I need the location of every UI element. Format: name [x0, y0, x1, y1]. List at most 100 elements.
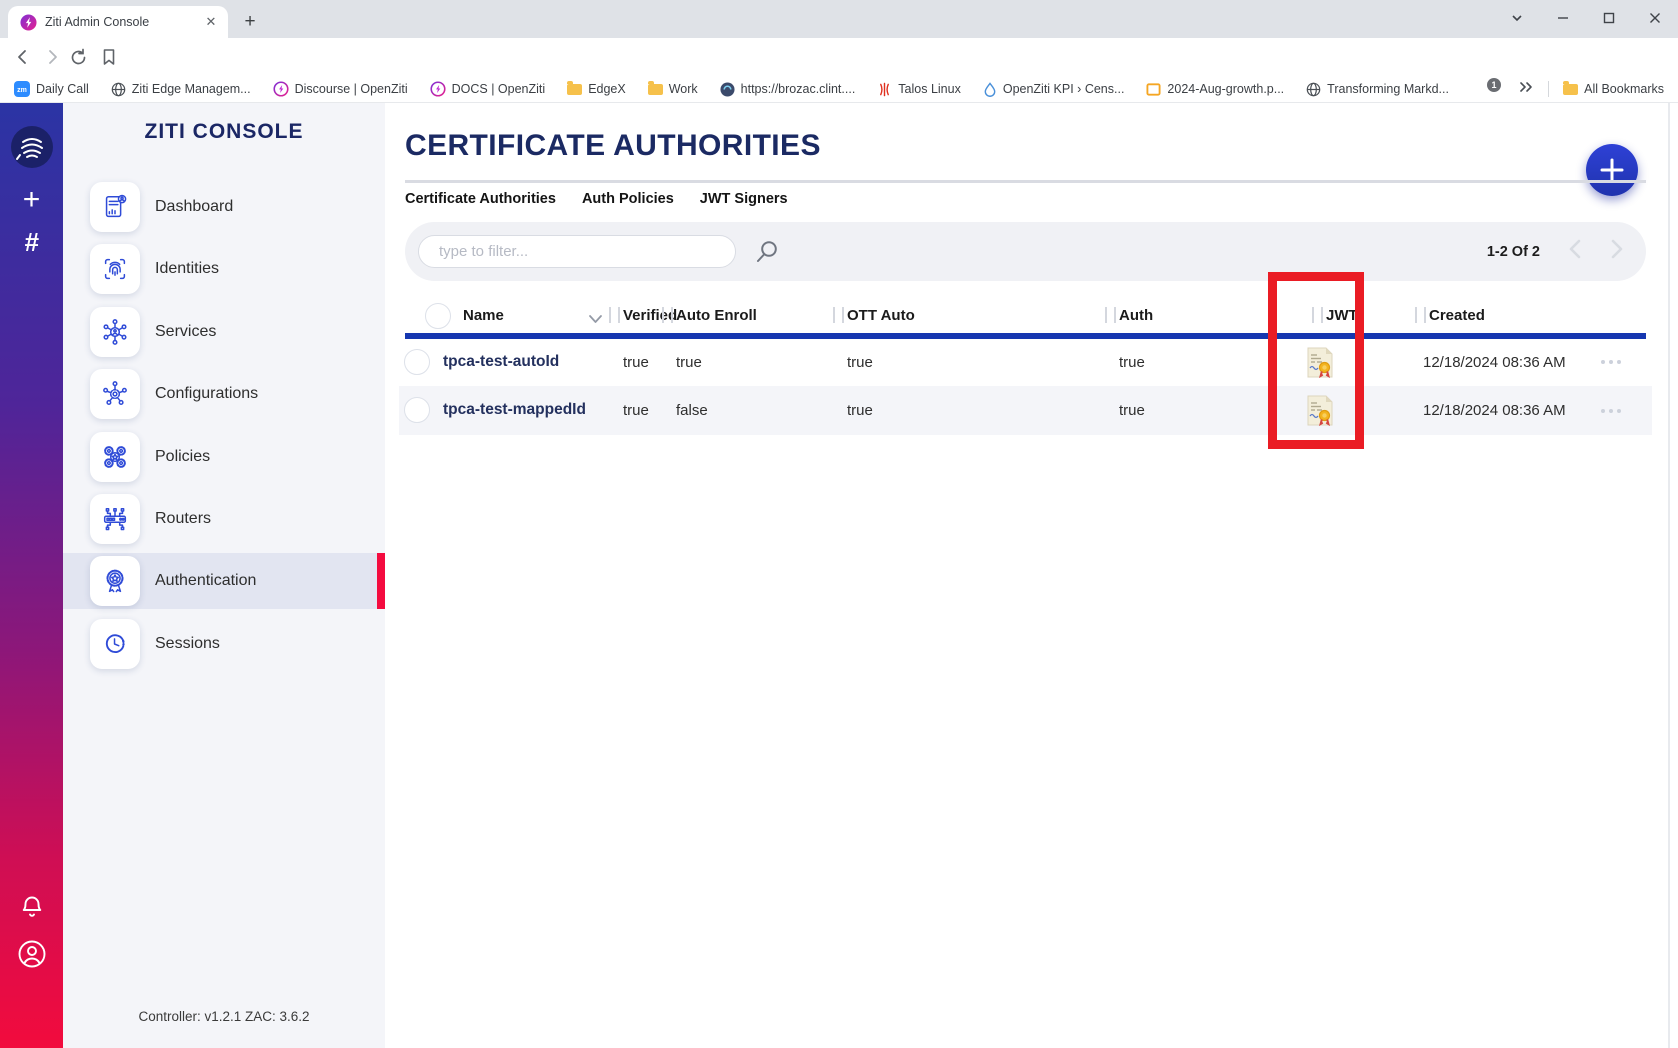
bookmarks-divider [1548, 81, 1549, 97]
maximize-button[interactable] [1592, 5, 1626, 31]
row-checkbox[interactable] [404, 349, 430, 375]
ott-auto-value: true [847, 354, 873, 371]
folder-icon [567, 84, 582, 95]
notifications-bell-icon[interactable] [0, 893, 63, 921]
dashboard-icon [90, 182, 140, 232]
row-checkbox[interactable] [404, 397, 430, 423]
sidebar-item-dashboard[interactable]: Dashboard [63, 179, 385, 235]
auth-value: true [1119, 402, 1145, 419]
select-all-checkbox[interactable] [425, 303, 451, 329]
folder-icon [1563, 84, 1578, 95]
doc-icon [1146, 82, 1161, 97]
tab-search-chevron-icon[interactable] [1500, 5, 1534, 31]
routers-icon [90, 494, 140, 544]
bookmark-talos-linux[interactable]: Talos Linux [877, 82, 961, 97]
sidebar-item-sessions[interactable]: Sessions [63, 616, 385, 672]
column-auto-enroll[interactable]: Auto Enroll [676, 307, 757, 324]
user-profile-icon[interactable] [0, 939, 63, 969]
scrollbar-track[interactable] [1668, 103, 1670, 1048]
sidebar-item-identities[interactable]: Identities [63, 241, 385, 297]
configurations-network-icon [90, 369, 140, 419]
table-toolbar: 1-2 Of 2 [405, 222, 1646, 281]
title-divider [405, 180, 1646, 183]
bookmark-openziti-kpi[interactable]: OpenZiti KPI › Cens... [983, 82, 1125, 97]
sessions-clock-icon [90, 619, 140, 669]
sidebar-item-routers[interactable]: Routers [63, 491, 385, 547]
bookmark-brozac[interactable]: https://brozac.clint.... [720, 82, 856, 97]
authentication-badge-icon [90, 556, 140, 606]
column-ott-auto[interactable]: OTT Auto [847, 307, 915, 324]
forward-icon[interactable] [40, 45, 64, 69]
sidebar-item-services[interactable]: Services [63, 304, 385, 360]
filter-input[interactable] [418, 235, 736, 268]
bookmark-docs-openziti[interactable]: DOCS | OpenZiti [430, 81, 546, 97]
column-created[interactable]: Created [1429, 307, 1485, 324]
rail-hash-icon[interactable]: # [0, 227, 63, 257]
services-network-icon [90, 307, 140, 357]
sidebar-item-authentication[interactable]: Authentication [63, 553, 385, 609]
row-actions-menu-icon[interactable] [1601, 409, 1621, 413]
bookmarks-overflow-icon[interactable] [1518, 80, 1534, 99]
bookmark-folder-work[interactable]: Work [648, 82, 698, 96]
bookmark-daily-call[interactable]: zm Daily Call [14, 81, 89, 97]
jwt-column-highlight-annotation [1268, 272, 1364, 449]
tab-title: Ziti Admin Console [45, 15, 202, 29]
column-resize-handle[interactable] [1415, 307, 1426, 323]
reload-icon[interactable] [66, 45, 90, 69]
folder-icon [648, 84, 663, 95]
ca-name[interactable]: tpca-test-autoId [443, 353, 559, 371]
sort-chevron-icon[interactable] [588, 311, 603, 329]
column-resize-handle[interactable] [609, 307, 620, 323]
tab-auth-policies[interactable]: Auth Policies [582, 191, 674, 207]
bookmark-2024-aug-growth[interactable]: 2024-Aug-growth.p... [1146, 82, 1284, 97]
ca-name[interactable]: tpca-test-mappedId [443, 401, 586, 419]
row-actions-menu-icon[interactable] [1601, 360, 1621, 364]
main-content: CERTIFICATE AUTHORITIES Certificate Auth… [385, 103, 1678, 1048]
column-resize-handle[interactable] [1105, 307, 1116, 323]
close-window-button[interactable] [1638, 5, 1672, 31]
rail-add-icon[interactable]: + [0, 185, 63, 215]
page-previous-icon[interactable] [1568, 238, 1582, 265]
back-icon[interactable] [11, 45, 35, 69]
bookmark-transforming-markdown[interactable]: Transforming Markd... [1306, 82, 1449, 97]
policies-gears-icon [90, 432, 140, 482]
tab-certificate-authorities[interactable]: Certificate Authorities [405, 191, 556, 207]
table-row[interactable]: tpca-test-mappedId true false true true … [399, 386, 1652, 435]
bookmark-discourse-openziti[interactable]: Discourse | OpenZiti [273, 81, 408, 97]
openziti-icon [273, 81, 289, 97]
new-tab-button[interactable]: + [238, 10, 262, 34]
browser-toolbar: https://ctrl.cdaws.clint.demo.openziti.o… [0, 38, 1678, 76]
browser-tab[interactable]: Ziti Admin Console ✕ [8, 6, 228, 38]
ziti-logo[interactable] [0, 125, 63, 169]
globe-icon [111, 82, 126, 97]
search-icon[interactable] [753, 238, 781, 271]
page-next-icon[interactable] [1610, 238, 1624, 265]
bookmark-icon[interactable] [97, 45, 121, 69]
auto-enroll-value: true [676, 354, 702, 371]
bookmark-folder-edgex[interactable]: EdgeX [567, 82, 626, 96]
page-tabs: Certificate Authorities Auth Policies JW… [405, 191, 788, 207]
column-auth[interactable]: Auth [1119, 307, 1153, 324]
tab-jwt-signers[interactable]: JWT Signers [700, 191, 788, 207]
add-certificate-authority-button[interactable] [1586, 144, 1638, 196]
talos-icon [877, 82, 892, 97]
sidebar-item-configurations[interactable]: Configurations [63, 366, 385, 422]
sidebar-item-policies[interactable]: Policies [63, 429, 385, 485]
zoom-icon: zm [14, 81, 30, 97]
column-name[interactable]: Name [463, 307, 504, 324]
all-bookmarks-button[interactable]: All Bookmarks [1563, 82, 1664, 96]
table-row[interactable]: tpca-test-autoId true true true true 12/… [399, 339, 1652, 386]
svg-text:zm: zm [17, 87, 27, 94]
verified-value: true [623, 402, 649, 419]
bookmark-ziti-edge[interactable]: Ziti Edge Managem... [111, 82, 251, 97]
column-resize-handle[interactable] [662, 307, 673, 323]
minimize-button[interactable] [1546, 5, 1580, 31]
pagination-label: 1-2 Of 2 [1487, 244, 1540, 260]
created-value: 12/18/2024 08:36 AM [1423, 354, 1566, 371]
bookmarks-bar: zm Daily Call Ziti Edge Managem... Disco… [0, 76, 1678, 103]
table-header-row: Name Verified Auto Enroll OTT Auto Auth … [405, 296, 1646, 336]
openziti-icon [430, 81, 446, 97]
column-resize-handle[interactable] [833, 307, 844, 323]
tab-close-icon[interactable]: ✕ [202, 13, 220, 31]
auto-enroll-value: false [676, 402, 708, 419]
